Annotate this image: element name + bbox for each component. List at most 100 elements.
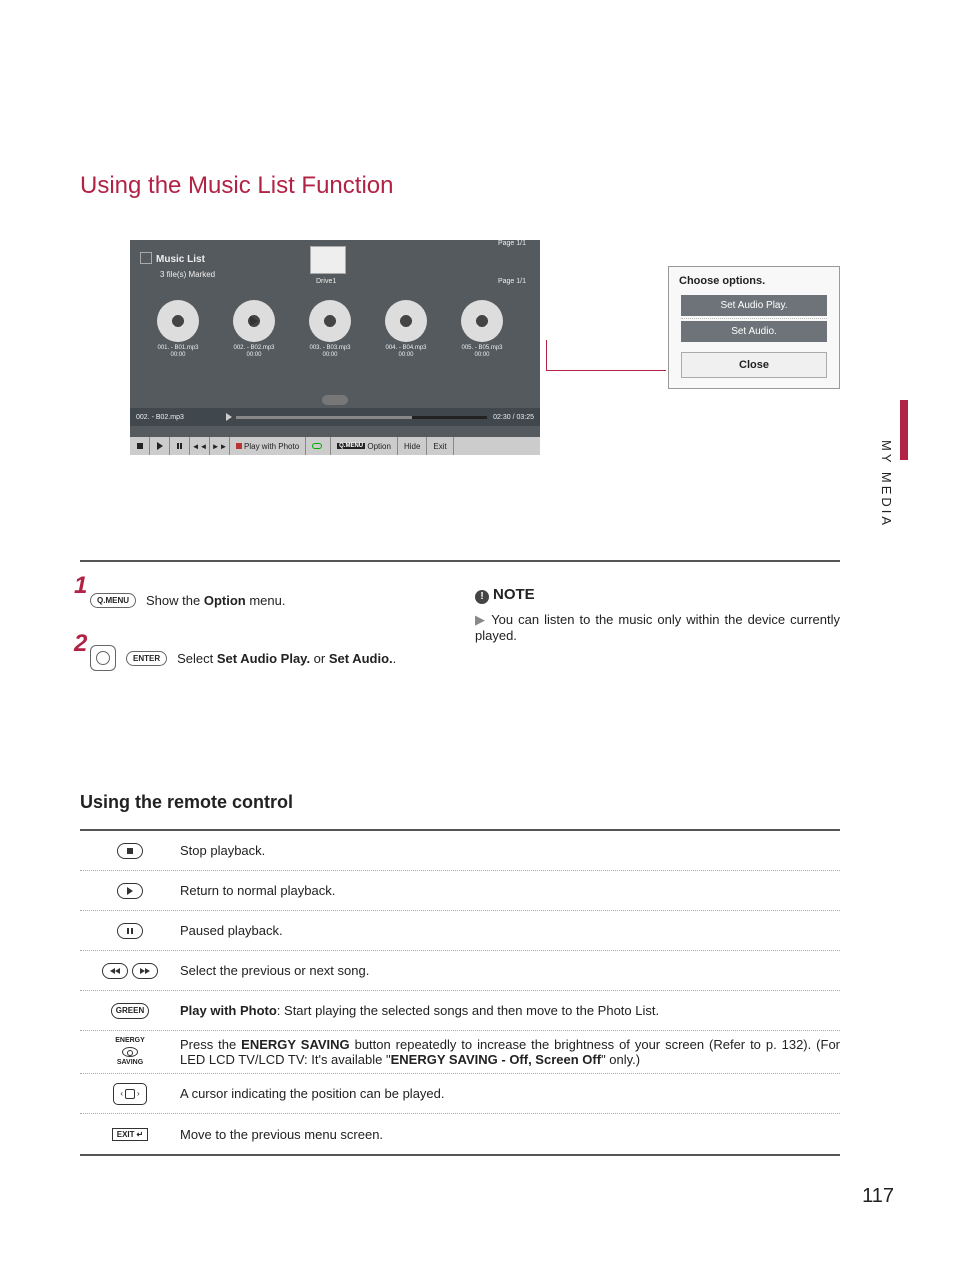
rc-row-exit: EXIT↵ Move to the previous menu screen. bbox=[80, 1114, 840, 1154]
play-pill-icon bbox=[117, 883, 143, 899]
sub-heading: Using the remote control bbox=[80, 792, 840, 813]
rc-row-stop: Stop playback. bbox=[80, 831, 840, 871]
rc-row-cursor: ‹› A cursor indicating the position can … bbox=[80, 1074, 840, 1114]
text: " only.) bbox=[601, 1052, 640, 1067]
label: Hide bbox=[404, 442, 420, 451]
note-heading: ! NOTE bbox=[475, 586, 840, 604]
file-name: 003. - B03.mp3 bbox=[302, 345, 358, 352]
note-text: You can listen to the music only within … bbox=[475, 612, 840, 643]
play-button[interactable] bbox=[150, 437, 170, 455]
disc-icon bbox=[309, 300, 351, 342]
music-thumb[interactable]: 005. - B05.mp3 00:00 bbox=[454, 300, 510, 358]
progress-bar[interactable] bbox=[236, 416, 487, 419]
bullet-icon: ▶ bbox=[475, 612, 491, 627]
label: Play with Photo bbox=[244, 442, 299, 451]
duration: 00:00 bbox=[226, 352, 282, 358]
music-thumb[interactable]: 002. - B02.mp3 00:00 bbox=[226, 300, 282, 358]
green-pill-icon: GREEN bbox=[111, 1003, 149, 1019]
nav-remote-icon bbox=[90, 645, 116, 671]
now-playing-bar: 002. - B02.mp3 02:30 / 03:25 bbox=[130, 408, 540, 426]
folder-icon[interactable] bbox=[310, 246, 346, 274]
music-thumb[interactable]: 004. - B04.mp3 00:00 bbox=[378, 300, 434, 358]
energy-saving-icon: ENERGY SAVING bbox=[115, 1037, 145, 1066]
disc-icon bbox=[385, 300, 427, 342]
label: Option bbox=[367, 442, 391, 451]
hide-button[interactable]: Hide bbox=[398, 437, 427, 455]
set-audio-button[interactable]: Set Audio. bbox=[681, 321, 827, 342]
duration: 00:00 bbox=[150, 352, 206, 358]
disc-icon bbox=[233, 300, 275, 342]
rc-row-play: Return to normal playback. bbox=[80, 871, 840, 911]
prev-button[interactable]: ◄◄ bbox=[190, 437, 210, 455]
rc-row-pause: Paused playback. bbox=[80, 911, 840, 951]
play-with-photo-button[interactable]: Play with Photo bbox=[230, 437, 306, 455]
scroll-indicator[interactable] bbox=[322, 395, 348, 405]
text: . bbox=[393, 651, 397, 666]
text: or bbox=[310, 651, 329, 666]
step-1: 1 Q.MENU Show the Option menu. bbox=[80, 586, 445, 614]
page-heading: Using the Music List Function bbox=[80, 172, 840, 200]
file-name: 002. - B02.mp3 bbox=[226, 345, 282, 352]
rc-desc: Play with Photo: Start playing the selec… bbox=[180, 1003, 840, 1018]
marked-count: 3 file(s) Marked bbox=[160, 270, 215, 279]
page-number: 117 bbox=[862, 1185, 894, 1208]
duration: 00:00 bbox=[302, 352, 358, 358]
exit-button-icon: EXIT↵ bbox=[112, 1128, 148, 1141]
rc-desc: Stop playback. bbox=[180, 843, 840, 858]
label: Exit bbox=[433, 442, 446, 451]
pause-pill-icon bbox=[117, 923, 143, 939]
options-popup: Choose options. Set Audio Play. Set Audi… bbox=[668, 266, 840, 389]
exit-button[interactable]: Exit bbox=[427, 437, 453, 455]
note-label: NOTE bbox=[493, 586, 535, 603]
stop-button[interactable] bbox=[130, 437, 150, 455]
text: : Start playing the selected songs and t… bbox=[277, 1003, 659, 1018]
disc-icon bbox=[461, 300, 503, 342]
close-button[interactable]: Close bbox=[681, 352, 827, 378]
label: EXIT bbox=[117, 1130, 135, 1139]
rc-row-green: GREEN Play with Photo: Start playing the… bbox=[80, 991, 840, 1031]
energy-button[interactable] bbox=[306, 437, 331, 455]
control-bar: ◄◄ ►► Play with Photo Q.MENU Option Hide… bbox=[130, 437, 540, 455]
page-indicator-inner: Page 1/1 bbox=[498, 278, 526, 285]
next-button[interactable]: ►► bbox=[210, 437, 230, 455]
file-name: 005. - B05.mp3 bbox=[454, 345, 510, 352]
rc-row-prevnext: Select the previous or next song. bbox=[80, 951, 840, 991]
text: Press the bbox=[180, 1037, 241, 1052]
play-icon bbox=[226, 413, 232, 421]
label: ENERGY bbox=[115, 1037, 145, 1045]
text: Show the bbox=[146, 593, 204, 608]
music-thumb[interactable]: 001. - B01.mp3 00:00 bbox=[150, 300, 206, 358]
text-bold: Set Audio Play. bbox=[217, 651, 310, 666]
music-thumb[interactable]: 003. - B03.mp3 00:00 bbox=[302, 300, 358, 358]
section-label: MY MEDIA bbox=[879, 440, 894, 528]
disc-icon bbox=[157, 300, 199, 342]
file-name: 004. - B04.mp3 bbox=[378, 345, 434, 352]
text-bold: Play with Photo bbox=[180, 1003, 277, 1018]
remote-control-table: Stop playback. Return to normal playback… bbox=[80, 829, 840, 1156]
drive-label: Drive1 bbox=[316, 278, 336, 285]
note-body: ▶ You can listen to the music only withi… bbox=[475, 612, 840, 643]
alert-icon: ! bbox=[475, 590, 489, 604]
set-audio-play-button[interactable]: Set Audio Play. bbox=[681, 295, 827, 316]
text-bold: ENERGY SAVING - Off, Screen Off bbox=[391, 1052, 601, 1067]
rewind-pill-icon bbox=[102, 963, 128, 979]
text-bold: Option bbox=[204, 593, 246, 608]
rc-row-energy: ENERGY SAVING Press the ENERGY SAVING bu… bbox=[80, 1031, 840, 1074]
file-name: 001. - B01.mp3 bbox=[150, 345, 206, 352]
option-button[interactable]: Q.MENU Option bbox=[331, 437, 398, 455]
time-counter: 02:30 / 03:25 bbox=[493, 414, 534, 421]
rc-desc: Return to normal playback. bbox=[180, 883, 840, 898]
text: Select bbox=[177, 651, 217, 666]
note-box: ! NOTE ▶ You can listen to the music only… bbox=[475, 586, 840, 702]
duration: 00:00 bbox=[454, 352, 510, 358]
play-overlay-icon bbox=[250, 316, 258, 326]
step-text: Select Set Audio Play. or Set Audio.. bbox=[177, 651, 396, 666]
qmenu-remote-button: Q.MENU bbox=[90, 593, 136, 608]
label: SAVING bbox=[115, 1059, 145, 1067]
pause-button[interactable] bbox=[170, 437, 190, 455]
text-bold: Set Audio. bbox=[329, 651, 393, 666]
rc-desc: Move to the previous menu screen. bbox=[180, 1127, 840, 1142]
rc-desc: Press the ENERGY SAVING button repeatedl… bbox=[180, 1037, 840, 1067]
step-2: 2 ENTER Select Set Audio Play. or Set Au… bbox=[80, 644, 445, 672]
qmenu-label: Q.MENU bbox=[337, 443, 365, 449]
